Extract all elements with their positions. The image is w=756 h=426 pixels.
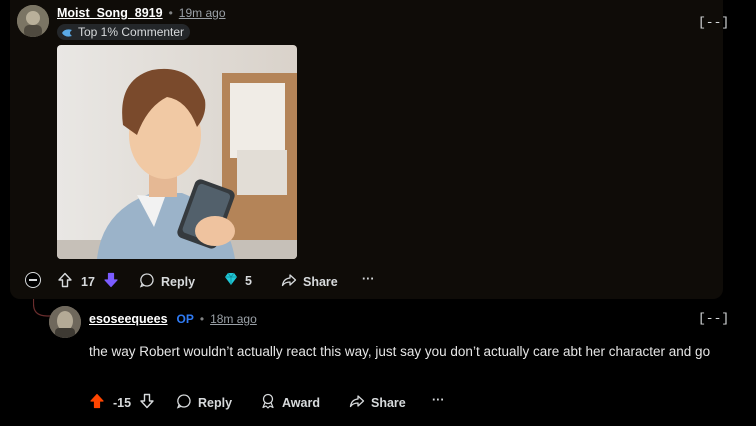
separator-dot: • bbox=[199, 312, 205, 326]
username[interactable]: esoseequees bbox=[89, 312, 168, 326]
share-button[interactable]: Share bbox=[281, 272, 338, 291]
user-flair: Top 1% Commenter bbox=[57, 24, 191, 40]
share-button[interactable]: Share bbox=[349, 393, 406, 412]
op-badge: OP bbox=[176, 312, 194, 326]
share-icon bbox=[349, 393, 365, 412]
gem-count: 5 bbox=[245, 273, 252, 288]
flair-text: Top 1% Commenter bbox=[78, 25, 185, 39]
timestamp[interactable]: 19m ago bbox=[179, 6, 226, 20]
flair-icon bbox=[61, 27, 73, 37]
separator-dot: • bbox=[168, 6, 173, 20]
award-button[interactable]: Award bbox=[260, 393, 320, 412]
share-label: Share bbox=[303, 274, 338, 289]
upvote-icon[interactable] bbox=[57, 272, 73, 291]
reply-button[interactable]: Reply bbox=[176, 393, 232, 412]
comment-image[interactable] bbox=[57, 45, 297, 259]
avatar[interactable] bbox=[17, 5, 49, 37]
award-label: Award bbox=[282, 395, 320, 410]
reply-button[interactable]: Reply bbox=[139, 272, 195, 291]
gem-icon bbox=[223, 272, 239, 289]
award-gems[interactable]: 5 bbox=[223, 272, 252, 289]
vote-count: 17 bbox=[81, 274, 95, 289]
share-icon bbox=[281, 272, 297, 291]
collapse-thread-button[interactable] bbox=[25, 272, 41, 288]
comment-bubble-icon bbox=[139, 272, 155, 291]
comment-body: the way Robert wouldn’t actually react t… bbox=[89, 344, 711, 359]
username[interactable]: Moist_Song_8919 bbox=[57, 6, 163, 20]
timestamp[interactable]: 18m ago bbox=[210, 312, 257, 326]
reply-label: Reply bbox=[198, 395, 233, 410]
minus-icon bbox=[29, 279, 37, 281]
avatar[interactable] bbox=[49, 306, 81, 338]
upvote-icon[interactable] bbox=[89, 393, 105, 412]
more-options-button[interactable]: ··· bbox=[432, 393, 445, 407]
comment-bubble-icon bbox=[176, 393, 192, 412]
downvote-icon[interactable] bbox=[103, 272, 119, 291]
collapse-toggle[interactable]: [--] bbox=[698, 15, 729, 30]
collapse-toggle[interactable]: [--] bbox=[698, 311, 729, 326]
award-icon bbox=[260, 393, 276, 412]
more-options-button[interactable]: ··· bbox=[362, 272, 375, 286]
reply-label: Reply bbox=[161, 274, 196, 289]
vote-count: -15 bbox=[113, 395, 132, 410]
downvote-icon[interactable] bbox=[139, 393, 155, 412]
share-label: Share bbox=[371, 395, 406, 410]
